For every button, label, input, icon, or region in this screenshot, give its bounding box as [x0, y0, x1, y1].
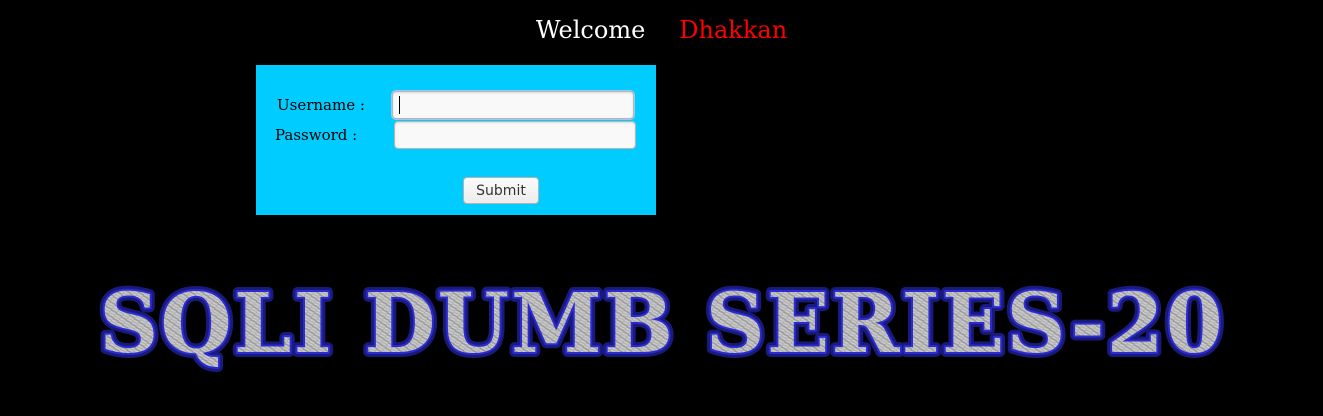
password-input[interactable]: [394, 121, 636, 149]
text-cursor: [399, 96, 400, 114]
password-label: Password :: [275, 126, 358, 144]
sqli-dumb-series-banner: SQLI DUMB SERIES-20 SQLI DUMB SERIES-20: [94, 271, 1228, 377]
login-form: Username : Password : Submit: [256, 65, 656, 215]
username-label: Username :: [277, 96, 365, 114]
logged-in-user-name: Dhakkan: [679, 16, 788, 44]
welcome-header: Welcome Dhakkan: [0, 14, 1323, 46]
submit-button[interactable]: Submit: [463, 177, 539, 204]
banner-title: SQLI DUMB SERIES-20: [99, 276, 1225, 372]
username-input[interactable]: [392, 91, 634, 119]
welcome-text: Welcome: [535, 16, 646, 44]
